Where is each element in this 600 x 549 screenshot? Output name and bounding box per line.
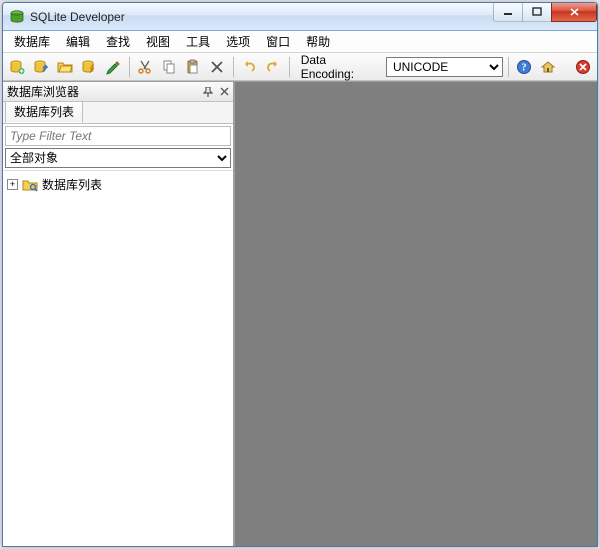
toolbar-separator [289,57,290,77]
body: 数据库浏览器 数据库列表 全部对象 + [3,81,597,546]
toolbar-redo-button[interactable] [263,56,284,78]
sidebar-panel-title: 数据库浏览器 [7,83,79,100]
tree-root-label: 数据库列表 [42,176,102,193]
toolbar-home-button[interactable] [537,56,558,78]
svg-text:?: ? [521,62,526,73]
toolbar-register-db-button[interactable] [31,56,52,78]
toolbar-separator [233,57,234,77]
toolbar-help-button[interactable]: ? [514,56,535,78]
sidebar-tabbar: 数据库列表 [3,102,233,124]
toolbar-paste-button[interactable] [183,56,204,78]
toolbar-close-tab-button[interactable] [572,56,593,78]
window-controls [494,3,597,22]
menu-options[interactable]: 选项 [219,31,257,52]
application-window: SQLite Developer 数据库 编辑 查找 视图 工具 选项 窗口 帮… [2,2,598,547]
encoding-label: Data Encoding: [301,53,379,81]
tree-root-row[interactable]: + 数据库列表 [5,175,231,194]
sidebar-panel-header: 数据库浏览器 [3,82,233,102]
menu-help[interactable]: 帮助 [299,31,337,52]
toolbar-separator [129,57,130,77]
menu-tools[interactable]: 工具 [179,31,217,52]
toolbar: Data Encoding: UNICODE ? [3,53,597,81]
filter-text-input[interactable] [5,126,231,146]
main-content-area [235,82,597,546]
toolbar-undo-button[interactable] [239,56,260,78]
toolbar-edit-button[interactable] [103,56,124,78]
encoding-select[interactable]: UNICODE [386,57,503,77]
toolbar-open-button[interactable] [55,56,76,78]
expand-icon[interactable]: + [7,179,18,190]
window-title: SQLite Developer [30,10,125,24]
tree-view[interactable]: + 数据库列表 [3,170,233,546]
folder-search-icon [22,177,38,193]
toolbar-copy-button[interactable] [159,56,180,78]
titlebar: SQLite Developer [3,3,597,31]
menubar: 数据库 编辑 查找 视图 工具 选项 窗口 帮助 [3,31,597,53]
toolbar-cut-button[interactable] [135,56,156,78]
sidebar-tab-db-list[interactable]: 数据库列表 [5,100,83,123]
close-button[interactable] [551,3,597,22]
minimize-button[interactable] [493,3,523,22]
toolbar-separator [508,57,509,77]
menu-find[interactable]: 查找 [99,31,137,52]
menu-edit[interactable]: 编辑 [59,31,97,52]
toolbar-thunder-button[interactable] [79,56,100,78]
menu-database[interactable]: 数据库 [7,31,57,52]
pin-icon[interactable] [201,85,215,99]
sidebar: 数据库浏览器 数据库列表 全部对象 + [3,82,235,546]
toolbar-new-db-button[interactable] [7,56,28,78]
menu-window[interactable]: 窗口 [259,31,297,52]
menu-view[interactable]: 视图 [139,31,177,52]
toolbar-delete-button[interactable] [207,56,228,78]
close-panel-icon[interactable] [217,85,231,99]
filter-object-select[interactable]: 全部对象 [5,148,231,168]
app-icon [9,9,25,25]
maximize-button[interactable] [522,3,552,22]
